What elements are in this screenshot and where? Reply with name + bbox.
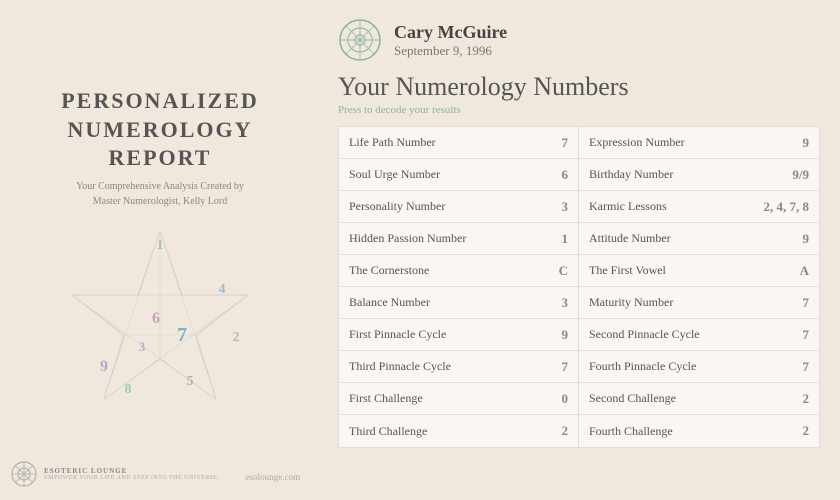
svg-text:3: 3 <box>139 339 146 354</box>
right-panel: Cary McGuire September 9, 1996 Your Nume… <box>320 0 840 500</box>
number-row[interactable]: The First Vowel A <box>579 255 819 287</box>
number-value: 2, 4, 7, 8 <box>764 199 810 215</box>
profile-date: September 9, 1996 <box>394 43 507 59</box>
number-row[interactable]: First Pinnacle Cycle 9 <box>339 319 579 351</box>
report-title: Personalized Numerology Report <box>20 87 300 173</box>
number-label: First Pinnacle Cycle <box>349 327 446 342</box>
number-value: C <box>544 263 568 279</box>
number-label: Third Pinnacle Cycle <box>349 359 451 374</box>
number-label: Third Challenge <box>349 424 427 439</box>
left-panel: Personalized Numerology Report Your Comp… <box>0 0 320 500</box>
number-value: 2 <box>785 391 809 407</box>
number-row[interactable]: Personality Number 3 <box>339 191 579 223</box>
number-value: 3 <box>544 199 568 215</box>
number-value: 2 <box>785 423 809 439</box>
number-value: 7 <box>544 359 568 375</box>
number-label: Attitude Number <box>589 231 671 246</box>
number-row[interactable]: Third Pinnacle Cycle 7 <box>339 351 579 383</box>
number-value: 0 <box>544 391 568 407</box>
number-row[interactable]: First Challenge 0 <box>339 383 579 415</box>
number-row[interactable]: Second Pinnacle Cycle 7 <box>579 319 819 351</box>
number-label: Life Path Number <box>349 135 436 150</box>
section-title: Your Numerology Numbers <box>338 72 820 102</box>
number-row[interactable]: Fourth Challenge 2 <box>579 415 819 447</box>
number-row[interactable]: Karmic Lessons 2, 4, 7, 8 <box>579 191 819 223</box>
svg-text:1: 1 <box>157 238 164 253</box>
number-value: 1 <box>544 231 568 247</box>
logo-text: ESOTERIC LOUNGE EMPOWER YOUR LIFE AND ST… <box>44 467 220 481</box>
number-value: 6 <box>544 167 568 183</box>
number-label: Fourth Challenge <box>589 424 673 439</box>
number-label: First Challenge <box>349 391 423 406</box>
svg-text:9: 9 <box>100 358 108 375</box>
number-value: 9/9 <box>785 167 809 183</box>
profile-name: Cary McGuire <box>394 22 507 43</box>
svg-text:7: 7 <box>177 324 187 346</box>
number-row[interactable]: Third Challenge 2 <box>339 415 579 447</box>
number-label: Soul Urge Number <box>349 167 440 182</box>
number-value: 7 <box>785 327 809 343</box>
bottom-logo: ESOTERIC LOUNGE EMPOWER YOUR LIFE AND ST… <box>10 460 220 488</box>
number-label: Birthday Number <box>589 167 673 182</box>
number-row[interactable]: Second Challenge 2 <box>579 383 819 415</box>
number-label: Hidden Passion Number <box>349 231 466 246</box>
number-label: Expression Number <box>589 135 685 150</box>
number-value: 2 <box>544 423 568 439</box>
number-label: Second Pinnacle Cycle <box>589 327 700 342</box>
number-label: Karmic Lessons <box>589 199 667 214</box>
number-label: Second Challenge <box>589 391 676 406</box>
profile-info: Cary McGuire September 9, 1996 <box>394 22 507 59</box>
number-value: A <box>785 263 809 279</box>
number-row[interactable]: The Cornerstone C <box>339 255 579 287</box>
profile-icon <box>338 18 382 62</box>
number-value: 9 <box>785 231 809 247</box>
number-value: 7 <box>785 295 809 311</box>
number-row[interactable]: Expression Number 9 <box>579 127 819 159</box>
svg-text:4: 4 <box>219 282 226 297</box>
number-value: 9 <box>785 135 809 151</box>
number-label: Maturity Number <box>589 295 673 310</box>
number-row[interactable]: Fourth Pinnacle Cycle 7 <box>579 351 819 383</box>
number-row[interactable]: Balance Number 3 <box>339 287 579 319</box>
svg-text:2: 2 <box>233 330 240 345</box>
website-url: esolounge.com <box>246 472 300 482</box>
number-label: The First Vowel <box>589 263 666 278</box>
number-value: 9 <box>544 327 568 343</box>
svg-text:6: 6 <box>152 310 160 327</box>
number-row[interactable]: Life Path Number 7 <box>339 127 579 159</box>
number-value: 7 <box>544 135 568 151</box>
number-row[interactable]: Soul Urge Number 6 <box>339 159 579 191</box>
number-row[interactable]: Attitude Number 9 <box>579 223 819 255</box>
number-row[interactable]: Birthday Number 9/9 <box>579 159 819 191</box>
esoteric-logo-icon <box>10 460 38 488</box>
number-row[interactable]: Maturity Number 7 <box>579 287 819 319</box>
number-label: Fourth Pinnacle Cycle <box>589 359 696 374</box>
number-row[interactable]: Hidden Passion Number 1 <box>339 223 579 255</box>
svg-text:5: 5 <box>187 374 194 389</box>
number-label: Balance Number <box>349 295 430 310</box>
svg-text:8: 8 <box>125 382 132 397</box>
numbers-grid: Life Path Number 7 Expression Number 9 Soul … <box>338 126 820 448</box>
number-label: The Cornerstone <box>349 263 429 278</box>
report-subtitle: Your Comprehensive Analysis Created by M… <box>76 179 244 209</box>
star-diagram: 1 4 6 7 2 3 5 9 8 <box>60 223 260 413</box>
profile-header: Cary McGuire September 9, 1996 <box>338 18 820 62</box>
number-label: Personality Number <box>349 199 445 214</box>
number-value: 7 <box>785 359 809 375</box>
section-subtitle: Press to decode your results <box>338 104 820 116</box>
number-value: 3 <box>544 295 568 311</box>
